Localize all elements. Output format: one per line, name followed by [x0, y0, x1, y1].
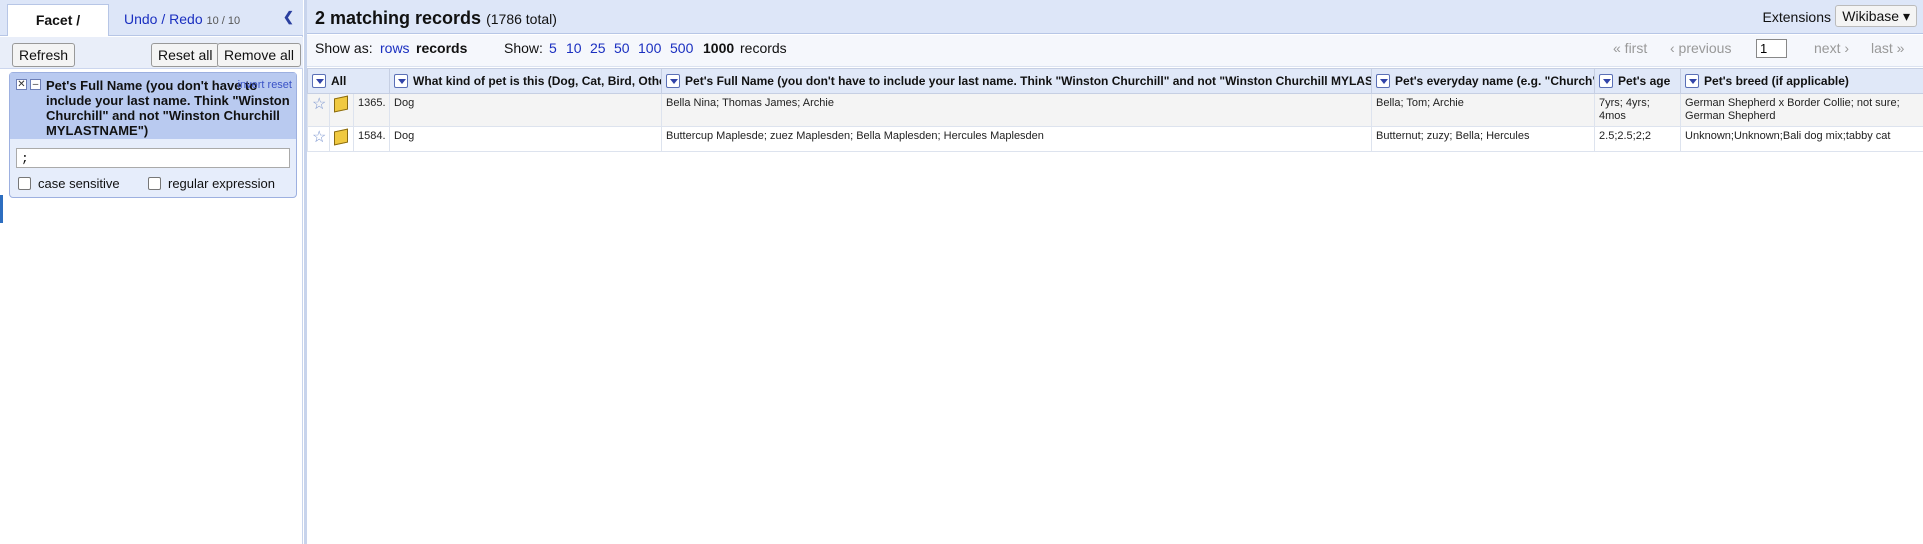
reset-link[interactable]: reset	[268, 79, 292, 91]
cell-age[interactable]: 7yrs; 4yrs; 4mos	[1594, 93, 1682, 127]
page-size-500[interactable]: 500	[670, 40, 693, 56]
total-count: (1786 total)	[486, 11, 557, 27]
case-sensitive-label: case sensitive	[38, 176, 120, 191]
remove-all-button[interactable]: Remove all	[217, 43, 302, 67]
results-header: 2 matching records (1786 total) Extensio…	[307, 0, 1923, 34]
column-label: Pet's age	[1618, 73, 1671, 88]
previous-page-link[interactable]: ‹ previous	[1670, 40, 1731, 56]
page-size-5[interactable]: 5	[549, 40, 557, 56]
row-number: 1584.	[352, 126, 391, 152]
left-tabs: Facet / Filter Undo / Redo 10 / 10 ❮	[0, 0, 303, 58]
view-options-bar: Show as: rows records Show: 5 10 25 50 1…	[307, 35, 1923, 67]
column-menu-icon[interactable]	[1376, 74, 1391, 89]
regex-label: regular expression	[168, 176, 275, 191]
table-header-row: All What kind of pet is this (Dog, Cat, …	[306, 68, 1923, 94]
star-icon[interactable]: ☆	[312, 96, 326, 113]
page-size-25[interactable]: 25	[590, 40, 606, 56]
last-page-link[interactable]: last »	[1871, 40, 1904, 56]
column-header-kind[interactable]: What kind of pet is this (Dog, Cat, Bird…	[389, 68, 663, 94]
show-label: Show:	[504, 40, 543, 56]
page-size-50[interactable]: 50	[614, 40, 630, 56]
cell-age[interactable]: 2.5;2.5;2;2	[1594, 126, 1682, 152]
cell-breed[interactable]: German Shepherd x Border Collie; not sur…	[1680, 93, 1923, 127]
table-row: ☆ 1365. Dog Bella Nina; Thomas James; Ar…	[307, 93, 1923, 127]
column-header-all[interactable]: All	[306, 68, 391, 94]
table-row: ☆ 1584. Dog Buttercup Maplesde; zuez Map…	[307, 126, 1923, 152]
records-table: All What kind of pet is this (Dog, Cat, …	[306, 68, 1923, 152]
cell-everyday-name[interactable]: Butternut; zuzy; Bella; Hercules	[1371, 126, 1596, 152]
column-label: What kind of pet is this (Dog, Cat, Bird…	[413, 73, 662, 88]
flag-cell[interactable]	[329, 93, 354, 127]
facet-controls: Refresh Reset all Remove all	[0, 37, 303, 69]
wikibase-menu-button[interactable]: Wikibase ▾	[1835, 5, 1917, 27]
tab-facet-filter[interactable]: Facet / Filter	[7, 4, 109, 58]
facet-links: invert reset	[238, 79, 292, 91]
page-size-100[interactable]: 100	[638, 40, 661, 56]
checkbox-box[interactable]	[148, 177, 161, 190]
star-cell[interactable]: ☆	[307, 93, 330, 127]
column-label: All	[331, 73, 347, 88]
checkbox-box[interactable]	[18, 177, 31, 190]
first-page-link[interactable]: « first	[1613, 40, 1647, 56]
text-filter-facet: ✕ – Pet's Full Name (you don't have to i…	[9, 72, 297, 198]
rows-mode-link[interactable]: rows	[380, 40, 410, 56]
scrollbar-marker	[0, 195, 3, 223]
column-menu-icon[interactable]	[1599, 74, 1614, 89]
column-label: Pet's breed (if applicable)	[1704, 73, 1849, 88]
cell-full-name[interactable]: Bella Nina; Thomas James; Archie	[661, 93, 1373, 127]
column-menu-icon[interactable]	[1685, 74, 1700, 89]
minimize-icon[interactable]: –	[30, 79, 41, 90]
facet-search-input[interactable]: ;	[16, 148, 290, 168]
page-size-10[interactable]: 10	[566, 40, 582, 56]
column-label: Pet's Full Name (you don't have to inclu…	[685, 73, 1372, 88]
extensions-label: Extensions	[1762, 9, 1831, 25]
cell-everyday-name[interactable]: Bella; Tom; Archie	[1371, 93, 1596, 127]
cell-kind[interactable]: Dog	[389, 93, 663, 127]
facet-header: ✕ – Pet's Full Name (you don't have to i…	[10, 73, 296, 139]
records-mode-current: records	[416, 40, 468, 56]
flag-icon[interactable]	[334, 95, 348, 113]
undo-redo-count: 10 / 10	[206, 15, 241, 27]
tab-undo-redo[interactable]: Undo / Redo 10 / 10	[114, 4, 250, 36]
reset-all-button[interactable]: Reset all	[151, 43, 220, 67]
data-view: 2 matching records (1786 total) Extensio…	[304, 0, 1923, 544]
next-page-link[interactable]: next ›	[1814, 40, 1849, 56]
left-panel: Facet / Filter Undo / Redo 10 / 10 ❮ Ref…	[0, 0, 303, 544]
close-icon[interactable]: ✕	[16, 79, 27, 90]
row-number: 1365.	[352, 93, 391, 127]
flag-cell[interactable]	[329, 126, 354, 152]
column-header-everyday-name[interactable]: Pet's everyday name (e.g. "Church")	[1371, 68, 1596, 94]
column-menu-icon[interactable]	[394, 74, 409, 89]
column-menu-icon[interactable]	[666, 74, 681, 89]
case-sensitive-checkbox[interactable]: case sensitive	[18, 176, 120, 191]
column-header-age[interactable]: Pet's age	[1594, 68, 1682, 94]
cell-kind[interactable]: Dog	[389, 126, 663, 152]
star-cell[interactable]: ☆	[307, 126, 330, 152]
column-menu-icon[interactable]	[312, 74, 326, 89]
invert-link[interactable]: invert	[238, 79, 265, 91]
matching-count: 2 matching records	[315, 8, 482, 28]
cell-full-name[interactable]: Buttercup Maplesde; zuez Maplesden; Bell…	[661, 126, 1373, 152]
column-label: Pet's everyday name (e.g. "Church")	[1395, 73, 1595, 88]
show-as-label: Show as:	[315, 40, 373, 56]
regex-checkbox[interactable]: regular expression	[148, 176, 275, 191]
star-icon[interactable]: ☆	[312, 129, 326, 146]
record-count: 2 matching records (1786 total)	[315, 8, 557, 29]
undo-redo-label: Undo / Redo	[124, 11, 203, 27]
column-header-breed[interactable]: Pet's breed (if applicable)	[1680, 68, 1923, 94]
page-number-input[interactable]	[1756, 39, 1787, 58]
collapse-panel-icon[interactable]: ❮	[283, 9, 296, 24]
cell-breed[interactable]: Unknown;Unknown;Bali dog mix;tabby cat	[1680, 126, 1923, 152]
page-size-1000-current: 1000	[703, 40, 735, 56]
flag-icon[interactable]	[334, 128, 348, 146]
column-header-full-name[interactable]: Pet's Full Name (you don't have to inclu…	[661, 68, 1373, 94]
records-suffix: records	[740, 40, 787, 56]
refresh-button[interactable]: Refresh	[12, 43, 76, 67]
